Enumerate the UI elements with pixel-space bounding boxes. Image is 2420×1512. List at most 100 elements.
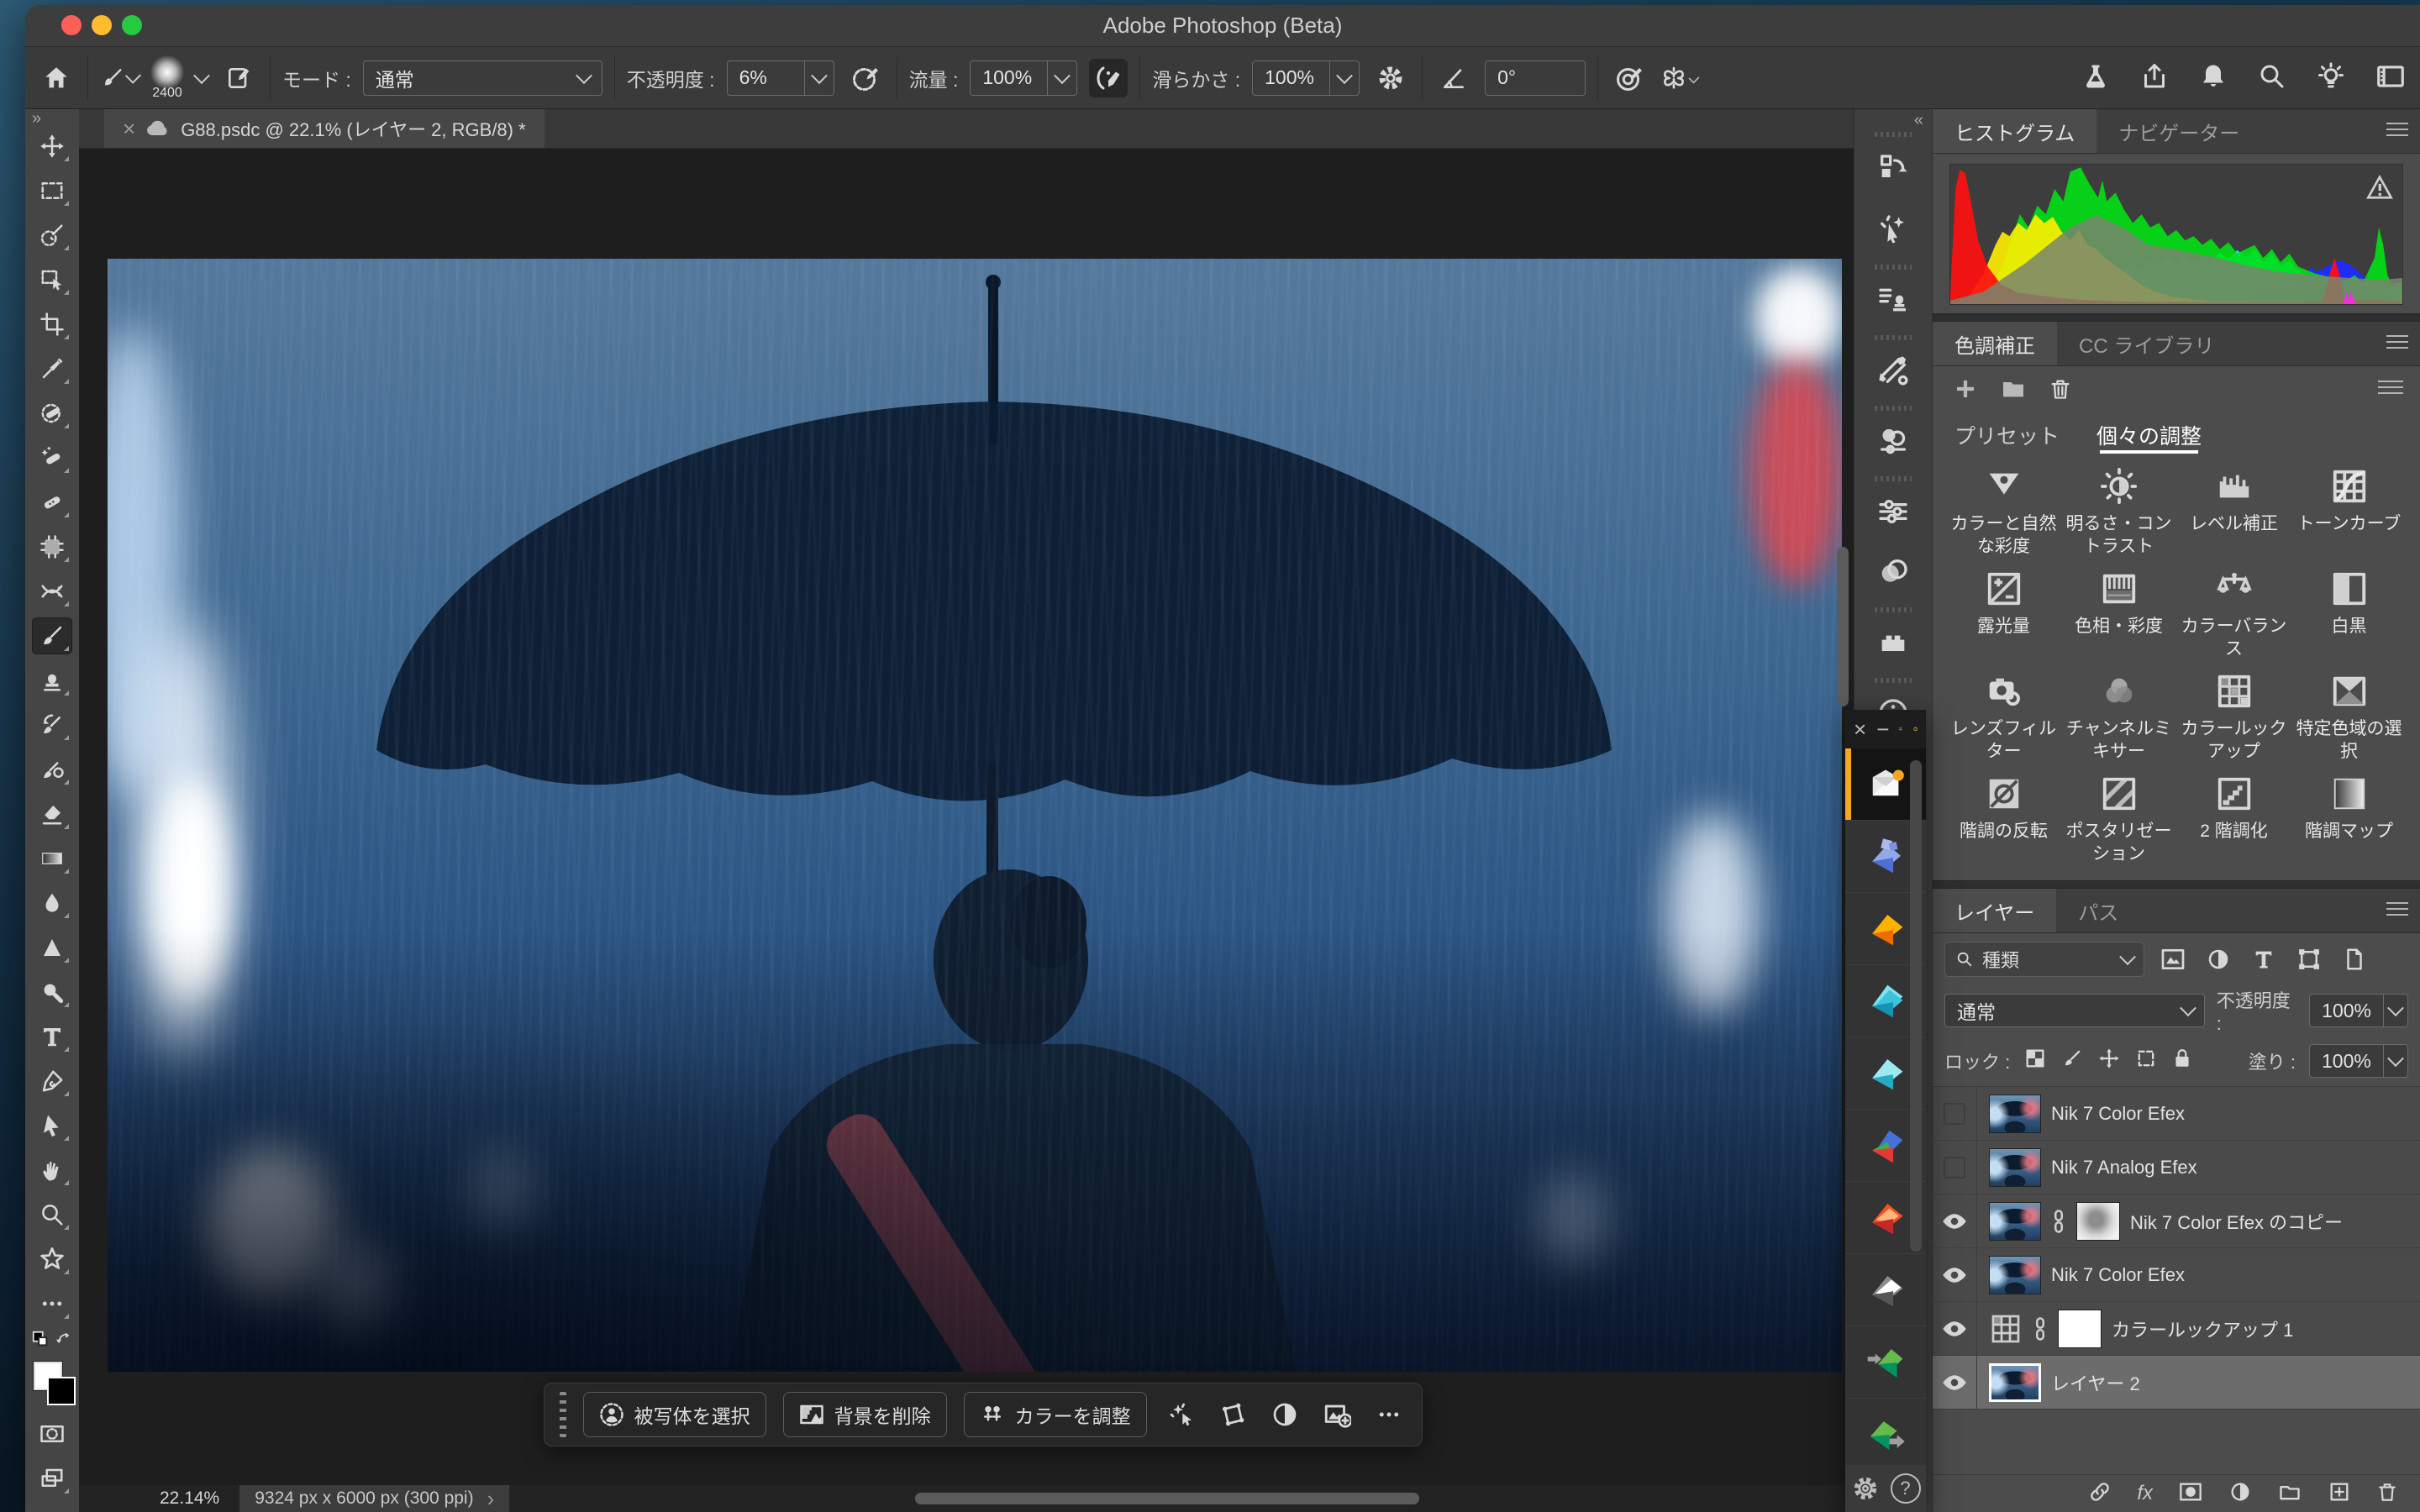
gear-icon[interactable] xyxy=(1851,1474,1880,1503)
adj-gradient-map[interactable]: 階調マップ xyxy=(2291,774,2407,865)
adj-posterize[interactable]: ポスタリゼーション xyxy=(2061,774,2176,865)
adj-vibrance[interactable]: カラーと自然な彩度 xyxy=(1946,467,2061,558)
layer-opacity-input[interactable]: 100% xyxy=(2309,994,2408,1027)
tab-navigator[interactable]: ナビゲーター xyxy=(2096,109,2261,153)
share-icon[interactable] xyxy=(2139,61,2170,96)
adj-hue-saturation[interactable]: 色相・彩度 xyxy=(2061,570,2176,660)
new-adjustment-icon[interactable] xyxy=(2228,1480,2252,1508)
filter-type-layers-icon[interactable] xyxy=(2247,942,2281,977)
delete-layer-icon[interactable] xyxy=(2376,1480,2398,1508)
tool-clone-stamp[interactable] xyxy=(32,662,72,699)
layer-name[interactable]: カラールックアップ 1 xyxy=(2112,1315,2293,1342)
ai-sparkle-panel-icon[interactable] xyxy=(1854,199,1932,260)
flow-chevron[interactable] xyxy=(1047,61,1076,95)
add-adjustment-icon[interactable] xyxy=(1953,376,1978,402)
layer-row[interactable]: カラールックアップ 1 xyxy=(1933,1302,2420,1356)
histogram-warning-icon[interactable] xyxy=(2365,175,2394,200)
layer-thumbnail[interactable] xyxy=(1989,1256,2041,1294)
adj-selective-color[interactable]: 特定色域の選択 xyxy=(2291,672,2407,763)
brush-preview[interactable]: 2400 xyxy=(150,55,184,101)
layer-mask-thumbnail[interactable] xyxy=(2076,1202,2120,1241)
tool-marquee[interactable] xyxy=(32,172,72,209)
visibility-toggle[interactable] xyxy=(1933,1141,1977,1194)
layer-name[interactable]: Nik 7 Color Efex xyxy=(2051,1264,2185,1286)
properties-panel-icon[interactable] xyxy=(1854,481,1932,542)
panel-menu-icon[interactable] xyxy=(2386,123,2408,139)
sparkle-cursor-icon[interactable] xyxy=(1164,1393,1199,1436)
adj-curves[interactable]: トーンカーブ xyxy=(2291,467,2407,558)
adj-color-balance[interactable]: カラーバランス xyxy=(2176,570,2291,660)
tool-shape-star[interactable] xyxy=(32,1241,72,1278)
layer-row[interactable]: Nik 7 Color Efex xyxy=(1933,1087,2420,1141)
photo-image[interactable] xyxy=(108,259,1842,1372)
toggle-brush-settings-icon[interactable] xyxy=(219,59,258,97)
tool-content-aware-move[interactable] xyxy=(32,573,72,610)
layer-blend-mode-select[interactable]: 通常 xyxy=(1944,994,2205,1027)
layer-name[interactable]: レイヤー 2 xyxy=(2051,1369,2140,1396)
tool-hand[interactable] xyxy=(32,1152,72,1189)
layer-mask-thumbnail[interactable] xyxy=(2058,1310,2102,1348)
screen-mode-toggle[interactable] xyxy=(32,1460,72,1497)
tool-pen[interactable] xyxy=(32,1063,72,1100)
mask-link-icon[interactable] xyxy=(2051,1209,2066,1234)
nik-item-silver-efex[interactable] xyxy=(1845,1254,1926,1326)
adj-photo-filter[interactable]: レンズフィルター xyxy=(1946,672,2061,763)
layer-effects-fx[interactable]: fx xyxy=(2137,1482,2153,1505)
link-layers-icon[interactable] xyxy=(2088,1480,2112,1508)
trash-icon[interactable] xyxy=(2049,376,2072,402)
quick-mask-toggle[interactable] xyxy=(32,1415,72,1452)
tool-dodge[interactable] xyxy=(32,974,72,1011)
lock-all-icon[interactable] xyxy=(2171,1047,2193,1075)
adj-levels[interactable]: レベル補正 xyxy=(2176,467,2291,558)
tool-eyedropper[interactable] xyxy=(32,350,72,387)
tool-brush[interactable] xyxy=(32,617,72,654)
layer-row-selected[interactable]: レイヤー 2 xyxy=(1933,1356,2420,1410)
tool-move[interactable] xyxy=(32,128,72,165)
tool-history-brush[interactable] xyxy=(32,706,72,743)
layer-row[interactable]: Nik 7 Color Efex のコピー xyxy=(1933,1194,2420,1248)
tool-path-select[interactable] xyxy=(32,1107,72,1144)
visibility-toggle[interactable] xyxy=(1933,1087,1977,1140)
foreground-background-colors[interactable] xyxy=(32,1353,72,1409)
tool-gradient[interactable] xyxy=(32,840,72,877)
layer-fill-input[interactable]: 100% xyxy=(2309,1044,2408,1078)
adj-channel-mixer[interactable]: チャンネルミキサー xyxy=(2061,672,2176,763)
lock-position-icon[interactable] xyxy=(2097,1047,2121,1075)
lock-artboard-icon[interactable] xyxy=(2134,1047,2158,1075)
airbrush-icon[interactable] xyxy=(1089,59,1128,97)
remove-background-button[interactable]: 背景を削除 xyxy=(783,1392,947,1437)
tool-crop[interactable] xyxy=(32,306,72,343)
tool-remove[interactable] xyxy=(32,395,72,432)
filter-shape-layers-icon[interactable] xyxy=(2292,942,2326,977)
list-view-icon[interactable] xyxy=(2378,381,2403,397)
document-tab[interactable]: × G88.psdc @ 22.1% (レイヤー 2, RGB/8) * xyxy=(104,109,544,148)
nik-scrollbar[interactable] xyxy=(1910,760,1922,1252)
tab-adjustments[interactable]: 色調補正 xyxy=(1933,322,2057,365)
tab-close-icon[interactable]: × xyxy=(123,116,135,142)
brush-tool-preset-icon[interactable] xyxy=(100,59,139,97)
layer-thumbnail[interactable] xyxy=(1989,1363,2041,1402)
workspace-icon[interactable] xyxy=(2375,60,2407,97)
taskbar-drag-handle[interactable] xyxy=(560,1392,566,1437)
canvas-horizontal-scrollbar[interactable] xyxy=(915,1493,1419,1504)
tab-cc-libraries[interactable]: CC ライブラリ xyxy=(2057,322,2236,365)
adj-color-lookup[interactable]: カラールックアップ xyxy=(2176,672,2291,763)
panels-collapse-chevrons[interactable]: « xyxy=(1854,109,1932,130)
layer-filter-select[interactable]: 種類 xyxy=(1944,942,2144,977)
tool-blur[interactable] xyxy=(32,885,72,921)
plugins-panel-icon[interactable] xyxy=(1854,612,1932,673)
adj-black-white[interactable]: 白黒 xyxy=(2291,570,2407,660)
panel-menu-icon[interactable] xyxy=(2386,902,2408,919)
pressure-opacity-icon[interactable] xyxy=(846,59,885,97)
transform-polygon-icon[interactable] xyxy=(1215,1393,1250,1436)
nik-item-presharpener[interactable] xyxy=(1845,1326,1926,1399)
contextual-task-bar[interactable]: 被写体を選択 背景を削除 カラーを調整 xyxy=(544,1383,1423,1446)
subtab-presets[interactable]: プリセット xyxy=(1954,412,2060,459)
nik-minimize-icon[interactable]: − xyxy=(1876,717,1889,743)
layer-thumbnail[interactable] xyxy=(1989,1202,2041,1241)
tool-eraser[interactable] xyxy=(32,795,72,832)
help-icon[interactable]: ? xyxy=(1891,1473,1921,1504)
tool-mixer-brush[interactable] xyxy=(32,751,72,788)
filter-smart-object-icon[interactable] xyxy=(2338,942,2371,977)
home-icon[interactable] xyxy=(37,59,76,97)
